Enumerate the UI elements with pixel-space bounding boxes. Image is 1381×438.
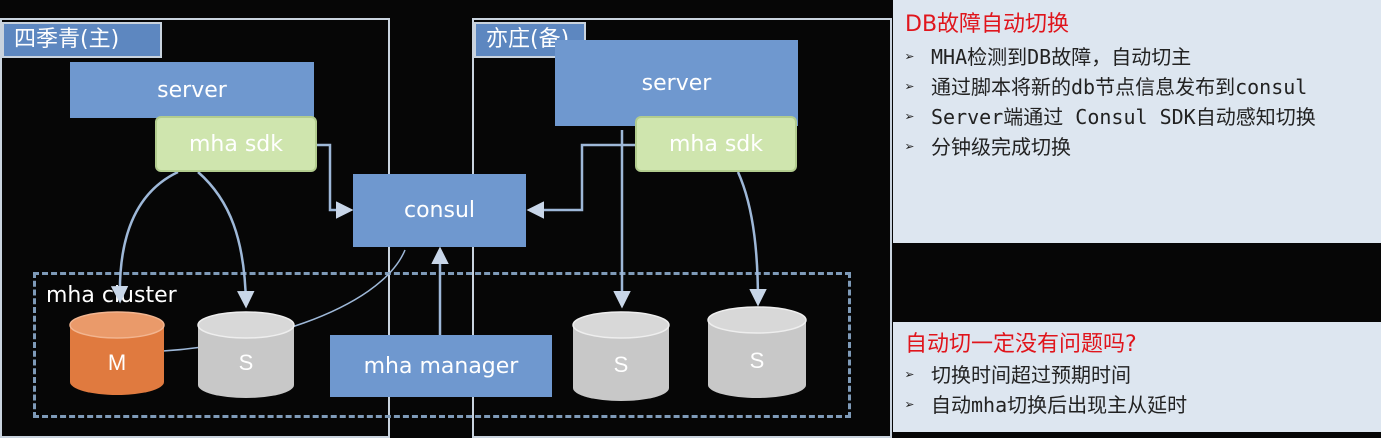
failover-bullet: ➢ 分钟级完成切换	[905, 132, 1369, 162]
arrow-bullet-icon: ➢	[905, 47, 915, 66]
arrow-bullet-icon: ➢	[905, 395, 915, 414]
failover-info-panel: DB故障自动切换 ➢ MHA检测到DB故障，自动切主 ➢ 通过脚本将新的db节点信息…	[893, 0, 1381, 243]
db-master-label: M	[108, 350, 126, 375]
db-master-cylinder: M	[69, 311, 165, 395]
failover-bullet: ➢ MHA检测到DB故障，自动切主	[905, 42, 1369, 72]
arrow-bullet-icon: ➢	[905, 77, 915, 96]
db-slave-2-label: S	[614, 352, 629, 377]
db-slave-3-label: S	[750, 348, 765, 373]
arrow-bullet-icon: ➢	[905, 107, 915, 126]
db-slave-3-cylinder: S	[707, 306, 807, 398]
risk-question-panel: 自动切一定没有问题吗? ➢ 切换时间超过预期时间 ➢ 自动mha切换后出现主从延时	[893, 322, 1381, 432]
risk-bullet: ➢ 自动mha切换后出现主从延时	[905, 390, 1369, 420]
db-slave-2-cylinder: S	[572, 311, 670, 401]
failover-bullet: ➢ 通过脚本将新的db节点信息发布到consul	[905, 72, 1369, 102]
risk-bullet: ➢ 切换时间超过预期时间	[905, 360, 1369, 390]
db-slave-1-label: S	[239, 350, 254, 375]
arrow-bullet-icon: ➢	[905, 365, 915, 384]
db-slave-1-cylinder: S	[197, 311, 295, 398]
arrow-bullet-icon: ➢	[905, 137, 915, 156]
database-cylinders: M S S S	[69, 306, 807, 401]
failover-bullet: ➢ Server端通过 Consul SDK自动感知切换	[905, 102, 1369, 132]
failover-panel-title: DB故障自动切换	[905, 12, 1070, 37]
risk-panel-title: 自动切一定没有问题吗?	[905, 332, 1137, 357]
